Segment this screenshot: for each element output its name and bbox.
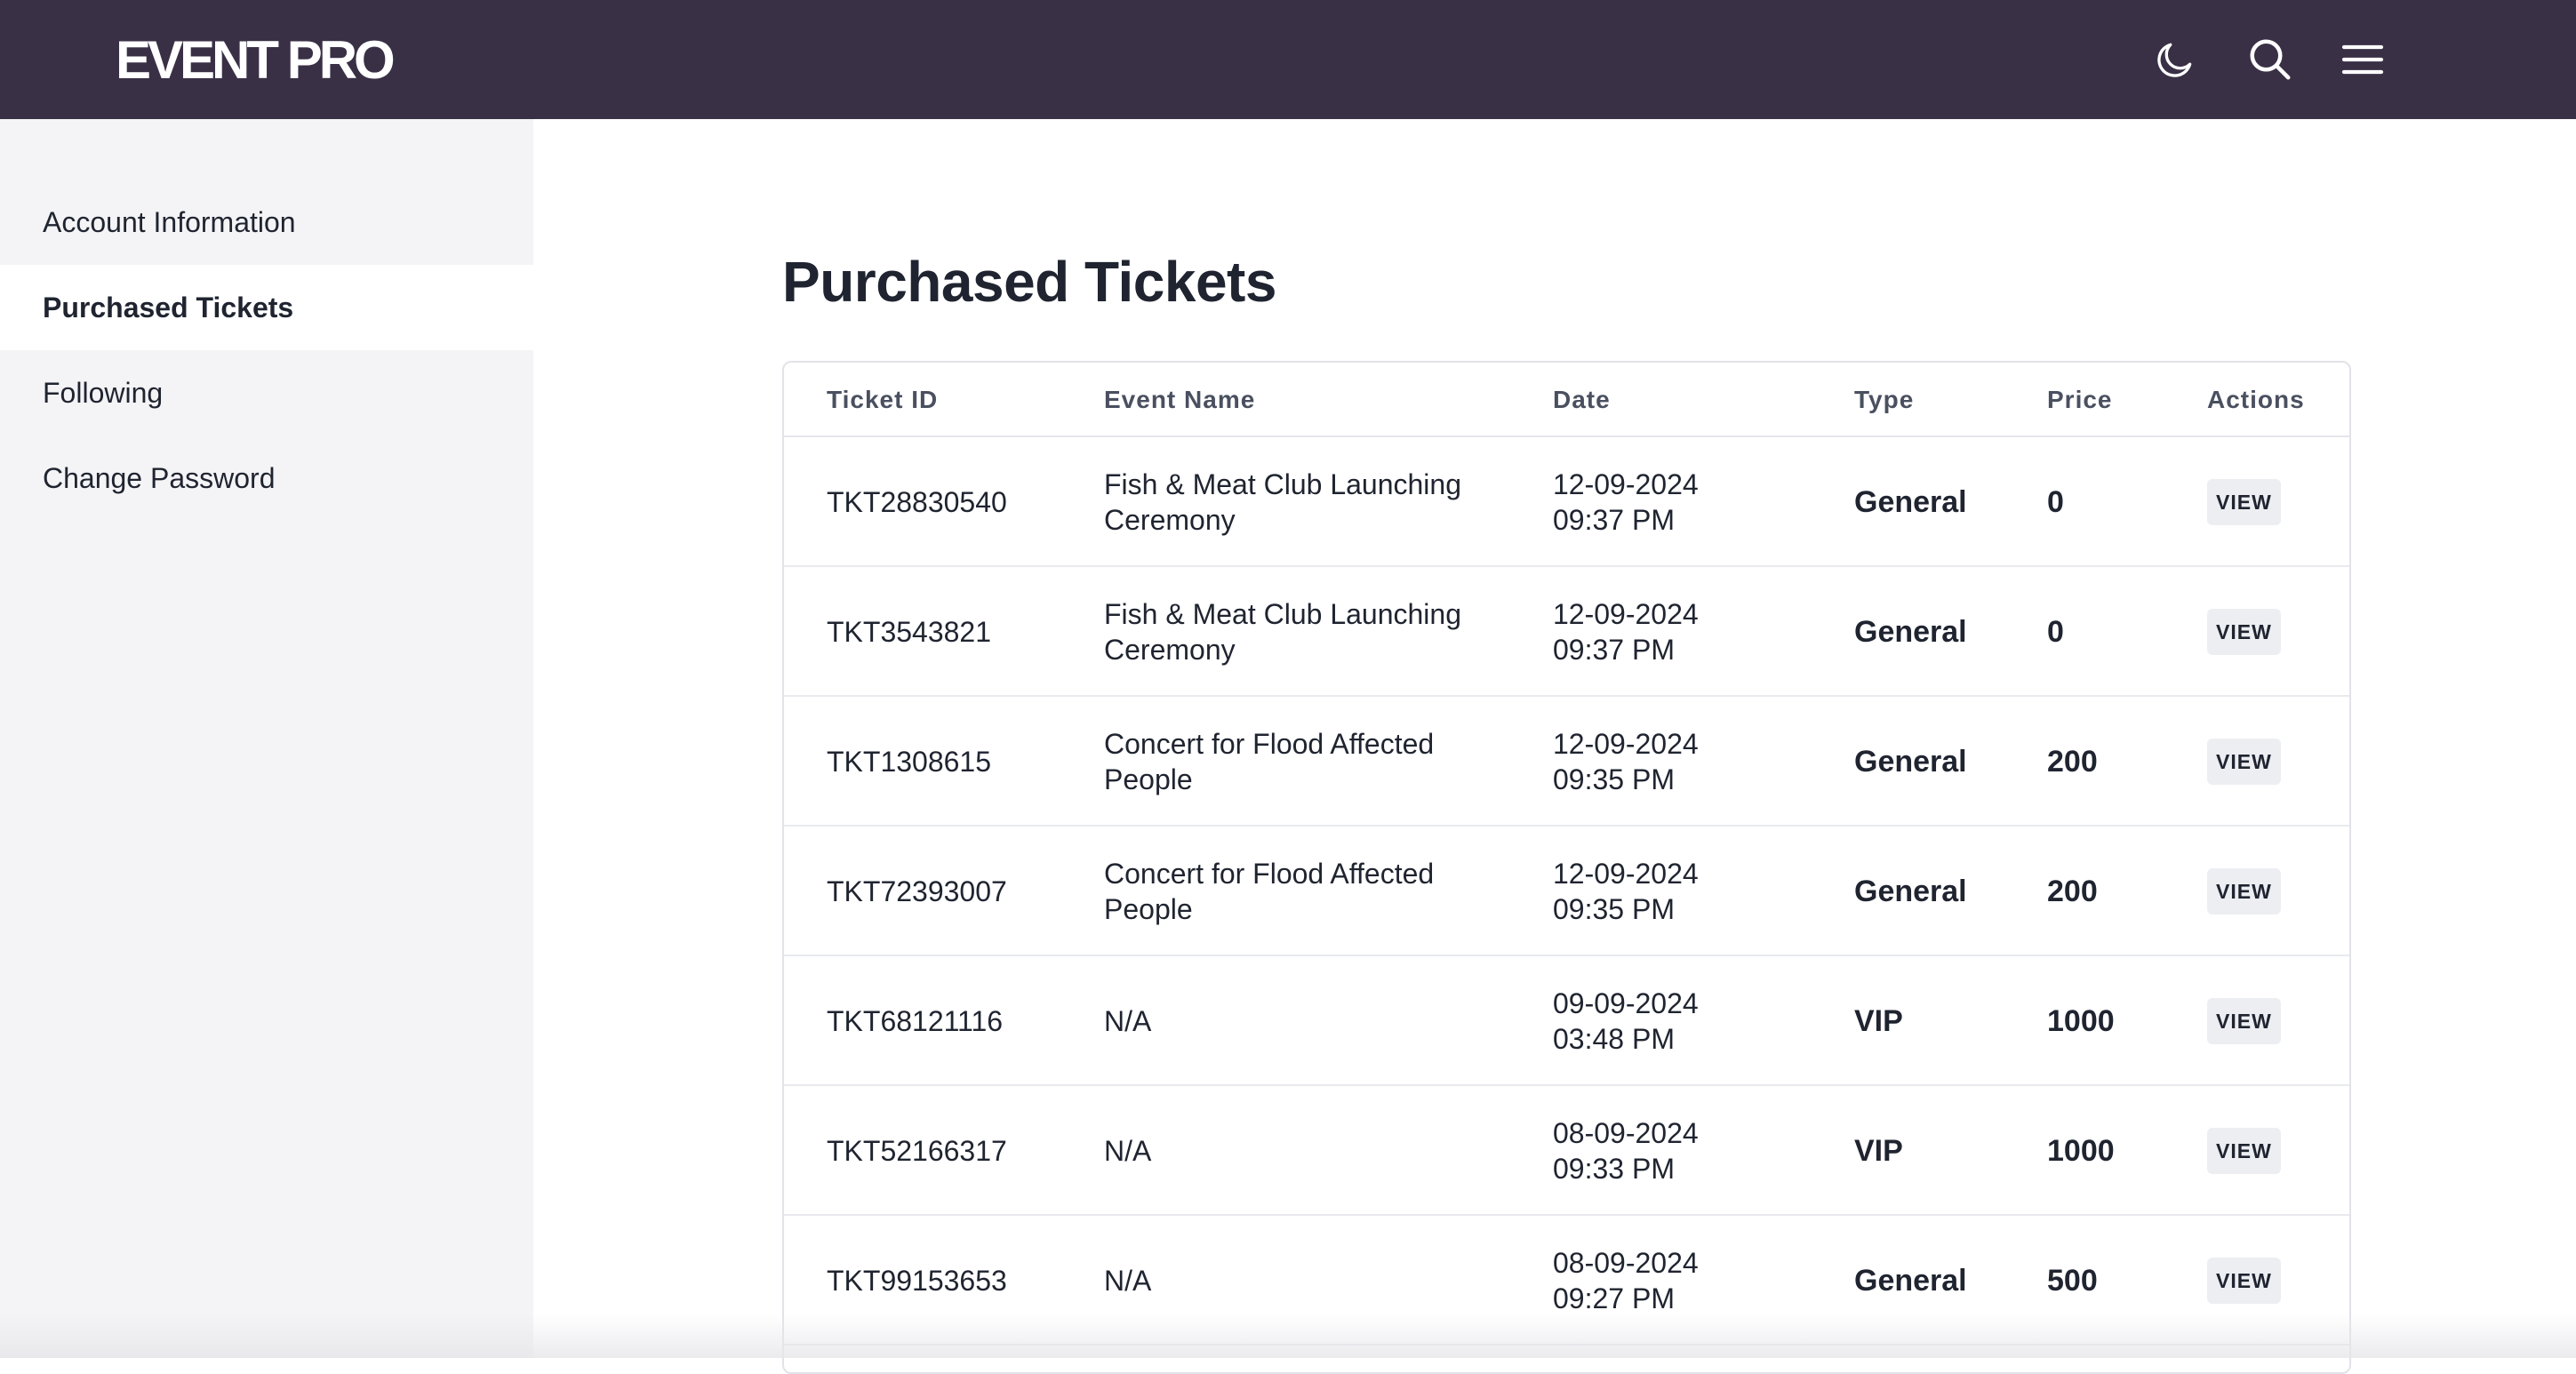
price-cell: 1000 — [2047, 1004, 2115, 1038]
time-value: 09:35 PM — [1553, 893, 1675, 925]
type-cell: General — [1854, 875, 1967, 908]
ticket-id-cell: TKT1308615 — [827, 746, 992, 778]
table-header: Ticket ID Event Name Date Type Price Act… — [784, 363, 2349, 437]
actions-cell: VIEW — [2207, 437, 2281, 567]
sidebar-item-following[interactable]: Following — [0, 350, 533, 435]
date-value: 09-09-2024 — [1553, 987, 1699, 1019]
actions-cell: VIEW — [2207, 697, 2281, 827]
date-cell: 08-09-2024 09:33 PM — [1553, 1086, 1784, 1216]
date-cell: 12-09-2024 09:35 PM — [1553, 697, 1784, 827]
column-header-price: Price — [2047, 386, 2113, 413]
type-cell: General — [1854, 615, 1967, 649]
event-name-cell: Concert for Flood Affected People — [1104, 858, 1435, 925]
column-header-event-name: Event Name — [1104, 386, 1256, 413]
view-ticket-button[interactable]: VIEW — [2207, 1128, 2281, 1174]
moon-icon[interactable] — [2148, 33, 2202, 86]
actions-cell: VIEW — [2207, 1216, 2281, 1346]
menu-icon[interactable] — [2336, 33, 2389, 86]
time-value: 09:33 PM — [1553, 1153, 1675, 1185]
price-cell: 500 — [2047, 1264, 2098, 1298]
date-value: 12-09-2024 — [1553, 468, 1699, 500]
table-row: TKT3543821 Fish & Meat Club Launching Ce… — [784, 567, 2349, 697]
view-ticket-button[interactable]: VIEW — [2207, 479, 2281, 525]
table-row: TKT52166317 N/A 08-09-2024 09:33 PM VIP … — [784, 1086, 2349, 1216]
actions-cell: VIEW — [2207, 1086, 2281, 1216]
price-cell: 0 — [2047, 485, 2064, 519]
column-header-date: Date — [1553, 386, 1611, 413]
date-value: 12-09-2024 — [1553, 858, 1699, 890]
view-ticket-button[interactable]: VIEW — [2207, 1258, 2281, 1304]
table-row: TKT72393007 Concert for Flood Affected P… — [784, 827, 2349, 956]
date-value: 12-09-2024 — [1553, 598, 1699, 630]
event-name-cell: N/A — [1104, 1135, 1152, 1167]
ticket-id-cell: TKT3543821 — [827, 616, 992, 648]
time-value: 03:48 PM — [1553, 1023, 1675, 1055]
ticket-id-cell: TKT28830540 — [827, 486, 1007, 518]
date-value: 08-09-2024 — [1553, 1247, 1699, 1279]
event-name-cell: Fish & Meat Club Launching Ceremony — [1104, 468, 1461, 536]
table-row: TKT1308615 Concert for Flood Affected Pe… — [784, 697, 2349, 827]
sidebar-item-label: Following — [43, 376, 164, 409]
date-cell: 09-09-2024 03:48 PM — [1553, 956, 1784, 1086]
tickets-table: Ticket ID Event Name Date Type Price Act… — [782, 361, 2351, 1374]
page-title: Purchased Tickets — [782, 250, 1276, 314]
ticket-id-cell: TKT99153653 — [827, 1265, 1007, 1297]
date-cell: 08-09-2024 09:27 PM — [1553, 1216, 1784, 1346]
price-cell: 200 — [2047, 745, 2098, 779]
column-header-ticket-id: Ticket ID — [827, 386, 939, 413]
price-cell: 0 — [2047, 615, 2064, 649]
event-name-cell: N/A — [1104, 1265, 1152, 1297]
table-row: TKT99153653 N/A 08-09-2024 09:27 PM Gene… — [784, 1216, 2349, 1346]
view-ticket-button[interactable]: VIEW — [2207, 868, 2281, 915]
type-cell: General — [1854, 1264, 1967, 1298]
actions-cell: VIEW — [2207, 827, 2281, 956]
column-header-type: Type — [1854, 386, 1915, 413]
account-sidebar: Account Information Purchased Tickets Fo… — [0, 119, 533, 1358]
sidebar-item-account-information[interactable]: Account Information — [0, 180, 533, 265]
time-value: 09:37 PM — [1553, 634, 1675, 666]
column-header-actions: Actions — [2207, 386, 2305, 413]
price-cell: 200 — [2047, 875, 2098, 908]
date-value: 08-09-2024 — [1553, 1117, 1699, 1149]
time-value: 09:37 PM — [1553, 504, 1675, 536]
view-ticket-button[interactable]: VIEW — [2207, 739, 2281, 785]
actions-cell: VIEW — [2207, 567, 2281, 697]
sidebar-item-label: Change Password — [43, 461, 276, 494]
event-name-cell: Concert for Flood Affected People — [1104, 728, 1435, 795]
table-row: TKT28830540 Fish & Meat Club Launching C… — [784, 437, 2349, 567]
type-cell: General — [1854, 485, 1967, 519]
search-icon[interactable] — [2244, 33, 2297, 86]
header-actions — [2132, 0, 2576, 119]
sidebar-item-purchased-tickets[interactable]: Purchased Tickets — [0, 265, 533, 350]
date-value: 12-09-2024 — [1553, 728, 1699, 760]
view-ticket-button[interactable]: VIEW — [2207, 609, 2281, 655]
date-cell: 12-09-2024 09:35 PM — [1553, 827, 1784, 956]
type-cell: VIP — [1854, 1004, 1903, 1038]
time-value: 09:35 PM — [1553, 763, 1675, 795]
ticket-id-cell: TKT68121116 — [827, 1005, 1004, 1037]
event-name-cell: Fish & Meat Club Launching Ceremony — [1104, 598, 1461, 666]
time-value: 09:27 PM — [1553, 1282, 1675, 1314]
type-cell: VIP — [1854, 1134, 1903, 1168]
sidebar-item-label: Purchased Tickets — [43, 291, 294, 324]
ticket-id-cell: TKT72393007 — [827, 875, 1007, 907]
view-ticket-button[interactable]: VIEW — [2207, 998, 2281, 1044]
actions-cell: VIEW — [2207, 956, 2281, 1086]
table-row: TKT68121116 N/A 09-09-2024 03:48 PM VIP … — [784, 956, 2349, 1086]
date-cell: 12-09-2024 09:37 PM — [1553, 437, 1784, 567]
sidebar-item-change-password[interactable]: Change Password — [0, 435, 533, 521]
sidebar-item-label: Account Information — [43, 205, 296, 238]
type-cell: General — [1854, 745, 1967, 779]
app-logo[interactable]: EVENT PRO — [116, 25, 396, 94]
price-cell: 1000 — [2047, 1134, 2115, 1168]
top-navbar: EVENT PRO — [0, 0, 2576, 119]
date-cell: 12-09-2024 09:37 PM — [1553, 567, 1784, 697]
ticket-id-cell: TKT52166317 — [827, 1135, 1007, 1167]
event-name-cell: N/A — [1104, 1005, 1152, 1037]
